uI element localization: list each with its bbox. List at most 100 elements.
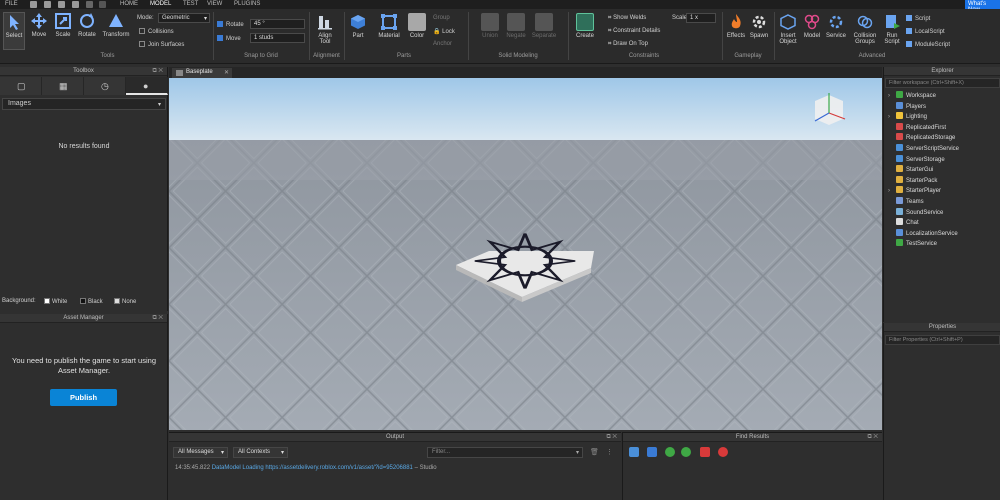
group-button[interactable]: Group [433,15,450,21]
publish-icon[interactable] [72,1,79,8]
explorer-filter-input[interactable]: Filter workspace (Ctrl+Shift+X) [885,78,1000,88]
chevron-right-icon[interactable]: › [888,93,896,99]
collision-groups-button[interactable]: Collision Groups [850,13,880,45]
close-icon[interactable]: ⧉ ✕ [867,433,878,442]
tab-test[interactable]: TEST [183,1,198,7]
tab-plugins[interactable]: PLUGINS [234,1,260,7]
open-file-icon[interactable] [44,1,51,8]
close-icon[interactable]: ⧉ ✕ [606,433,617,442]
tab-recent[interactable]: ◷ [84,77,126,95]
insert-object-button[interactable]: Insert Object [776,13,800,45]
close-icon[interactable]: ⧉ ✕ [152,67,163,76]
run-script-button[interactable]: Run Script [881,13,903,45]
union-button[interactable]: Union [478,13,502,39]
part-button[interactable]: Part [347,13,369,39]
explorer-item[interactable]: ServerScriptService [888,144,959,154]
explorer-item[interactable]: › Lighting [888,112,927,122]
clear-results-icon[interactable] [700,447,710,457]
save-icon[interactable] [58,1,65,8]
collisions-toggle[interactable]: Collisions [139,28,174,35]
show-welds-toggle[interactable]: ⌗ Show Welds [608,15,646,22]
tab-home[interactable]: HOME [120,1,138,7]
rotate-tool-button[interactable]: Rotate [75,12,99,38]
explorer-item[interactable]: StarterPack [888,175,937,186]
properties-filter-input[interactable]: Filter Properties (Ctrl+Shift+P) [885,335,1000,345]
rotate-snap-toggle[interactable]: Rotate [217,21,244,28]
bg-option-black[interactable]: Black [80,298,103,305]
tab-view[interactable]: VIEW [207,1,222,7]
contexts-filter-dropdown[interactable]: All Contexts ▾ [233,447,288,458]
binoculars-icon[interactable] [629,447,639,457]
close-tab-icon[interactable]: ✕ [224,69,229,76]
tab-marketplace[interactable]: ▦ [42,77,84,95]
filter-icon[interactable] [647,447,657,457]
explorer-item[interactable]: ServerStorage [888,154,945,165]
explorer-item[interactable]: StarterGui [888,165,933,175]
explorer-item[interactable]: LocalizationService [888,228,958,239]
lock-button[interactable]: 🔒 Lock [433,28,455,35]
move-increment-input[interactable]: 1 studs [250,33,305,43]
category-select[interactable]: Images ▾ [2,98,166,110]
script-button[interactable]: Script [906,15,930,22]
stop-search-icon[interactable] [718,447,728,457]
whats-new-button[interactable]: What's New [965,0,1000,13]
close-icon[interactable]: ⧉ ✕ [152,314,163,323]
scale-input[interactable]: 1 x [686,13,716,23]
file-menu[interactable]: FILE [5,1,18,7]
rotate-increment-input[interactable]: 45 ° [250,19,305,29]
explorer-item[interactable]: Teams [888,197,924,207]
service-icon [896,91,903,98]
chevron-right-icon[interactable]: › [888,114,896,120]
output-filter-input[interactable]: Filter... ▾ [427,447,583,458]
scale-tool-button[interactable]: Scale [52,12,74,38]
select-tool-button[interactable]: Select [3,12,25,50]
3d-viewport[interactable] [169,78,882,430]
move-tool-button[interactable]: Move [28,12,50,38]
explorer-item[interactable]: › StarterPlayer [888,186,941,196]
explorer-item[interactable]: SoundService [888,207,943,218]
publish-button[interactable]: Publish [50,389,117,406]
bg-option-none[interactable]: None [114,298,136,305]
new-file-icon[interactable] [30,1,37,8]
constraint-details-toggle[interactable]: ⌗ Constraint Details [608,28,660,35]
color-button[interactable]: Color [406,13,428,39]
next-result-icon[interactable] [681,447,691,457]
material-button[interactable]: Material [374,13,404,39]
bg-option-white[interactable]: White [44,298,67,305]
tab-model[interactable]: MODEL [150,1,171,7]
negate-button[interactable]: Negate [504,13,528,39]
draw-on-top-toggle[interactable]: ⌗ Draw On Top [608,41,648,48]
create-constraint-button[interactable]: Create [572,13,598,39]
explorer-item[interactable]: Chat [888,218,919,228]
clear-output-icon[interactable]: 🗑 [590,448,599,456]
tab-creations[interactable]: ● [126,77,168,95]
local-script-button[interactable]: LocalScript [906,28,945,35]
details-icon: ⌗ [608,28,612,34]
tab-inventory[interactable]: ▢ [0,77,42,95]
explorer-item[interactable]: ReplicatedStorage [888,133,955,143]
separate-button[interactable]: Separate [530,13,558,39]
undo-icon[interactable] [86,1,93,8]
module-script-button[interactable]: ModuleScript [906,41,950,48]
previous-result-icon[interactable] [665,447,675,457]
mode-select[interactable]: Geometric ▾ [158,13,210,23]
explorer-item[interactable]: Players [888,101,926,112]
explorer-item[interactable]: TestService [888,239,937,249]
redo-icon[interactable] [99,1,106,8]
service-button[interactable]: Service [824,13,848,39]
explorer-item[interactable]: ReplicatedFirst [888,122,946,133]
join-surfaces-toggle[interactable]: Join Surfaces [139,41,184,48]
log-message[interactable]: DataModel Loading https://assetdelivery.… [212,465,413,471]
more-options-icon[interactable]: ⋮ [606,448,613,456]
align-tool-button[interactable]: Align Tool [313,13,337,45]
chevron-right-icon[interactable]: › [888,188,896,194]
spawn-button[interactable]: Spawn [748,13,770,39]
messages-filter-dropdown[interactable]: All Messages ▾ [173,447,228,458]
tab-baseplate[interactable]: Baseplate ✕ [172,68,232,78]
transform-tool-button[interactable]: Transform [101,12,131,38]
anchor-button[interactable]: Anchor [433,41,452,47]
model-button[interactable]: Model [801,13,823,39]
move-snap-toggle[interactable]: Move [217,35,241,42]
explorer-item[interactable]: › Workspace [888,91,936,101]
effects-button[interactable]: Effects [725,13,747,39]
